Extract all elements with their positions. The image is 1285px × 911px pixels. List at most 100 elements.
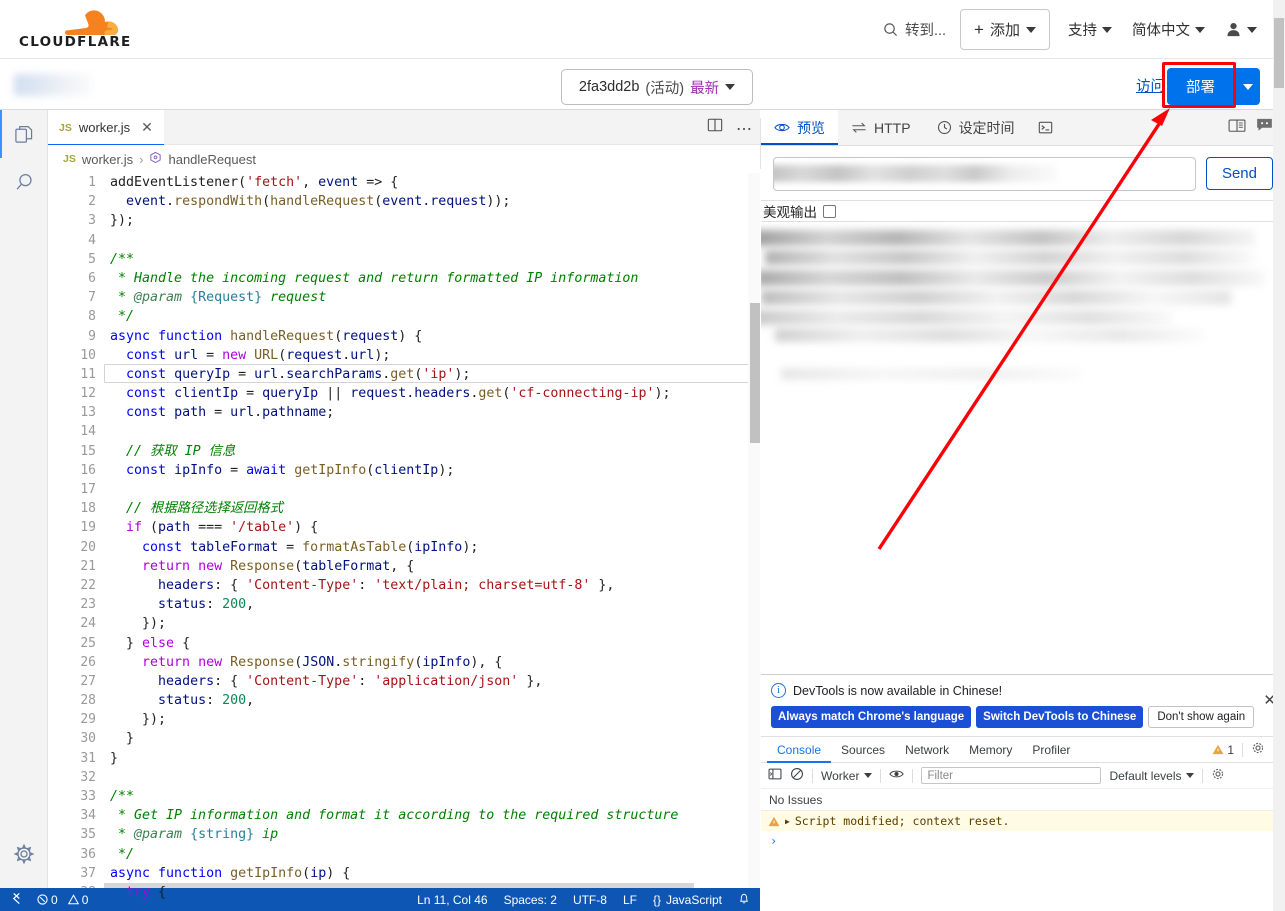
pretty-output-checkbox[interactable] (823, 204, 836, 218)
remote-indicator[interactable] (10, 892, 23, 908)
tab-http[interactable]: HTTP (838, 110, 924, 145)
code-line[interactable]: 7 * @param {Request} request (48, 288, 760, 307)
docs-button[interactable] (1228, 118, 1246, 138)
tab-http-label: HTTP (874, 119, 911, 136)
code-line[interactable]: 20 const tableFormat = formatAsTable(ipI… (48, 538, 760, 557)
execution-context-selector[interactable]: Worker (821, 769, 873, 783)
log-levels-selector[interactable]: Default levels (1109, 769, 1194, 783)
search-button[interactable] (0, 158, 48, 206)
code-line[interactable]: 23 status: 200, (48, 595, 760, 614)
code-line[interactable]: 4 (48, 231, 760, 250)
window-scrollbar-thumb[interactable] (1274, 18, 1284, 88)
line-number: 18 (80, 501, 96, 517)
console-prompt[interactable]: › (761, 834, 1285, 848)
console-message-row[interactable]: ▶ Script modified; context reset. (761, 811, 1285, 831)
code-line[interactable]: 17 (48, 480, 760, 499)
code-line[interactable]: 6 * Handle the incoming request and retu… (48, 269, 760, 288)
code-line[interactable]: 14 (48, 422, 760, 441)
code-line[interactable]: 5 /** (48, 250, 760, 269)
add-button[interactable]: + 添加 (960, 9, 1050, 50)
code-line[interactable]: 26 return new Response(JSON.stringify(ip… (48, 653, 760, 672)
code-line[interactable]: 31} (48, 749, 760, 768)
code-line[interactable]: 30 } (48, 729, 760, 748)
window-scrollbar[interactable] (1273, 0, 1285, 911)
devtools-tab-network[interactable]: Network (895, 737, 959, 763)
code-line[interactable]: 15 // 获取 IP 信息 (48, 442, 760, 461)
switch-devtools-language-button[interactable]: Switch DevTools to Chinese (976, 706, 1144, 728)
language-mode[interactable]: {} JavaScript (653, 893, 722, 907)
expand-arrow-icon[interactable]: ▶ (785, 817, 790, 826)
code-line[interactable]: 27 headers: { 'Content-Type': 'applicati… (48, 672, 760, 691)
code-line[interactable]: 32 (48, 768, 760, 787)
request-url-input[interactable] (773, 156, 1196, 191)
code-line[interactable]: 36 */ (48, 845, 760, 864)
tab-set-time[interactable]: 设定时间 (924, 110, 1028, 145)
code-line[interactable]: 2 event.respondWith(handleRequest(event.… (48, 192, 760, 211)
send-button[interactable]: Send (1205, 157, 1273, 190)
response-output[interactable] (761, 222, 1285, 674)
notifications-button[interactable] (738, 892, 750, 908)
split-editor-button[interactable] (707, 117, 723, 138)
code-line[interactable]: 34 * Get IP information and format it ac… (48, 806, 760, 825)
code-line[interactable]: 9 async function handleRequest(request) { (48, 327, 760, 346)
code-line[interactable]: 35 * @param {string} ip (48, 825, 760, 844)
code-line[interactable]: 18 // 根据路径选择返回格式 (48, 499, 760, 518)
code-line[interactable]: 21 return new Response(tableFormat, { (48, 557, 760, 576)
code-line[interactable]: 12 const clientIp = queryIp || request.h… (48, 384, 760, 403)
devtools-tab-profiler[interactable]: Profiler (1022, 737, 1080, 763)
issues-summary[interactable]: No Issues (761, 789, 1285, 811)
code-line[interactable]: 8 */ (48, 307, 760, 326)
cloudflare-logo[interactable]: CLOUDFLARE (18, 8, 138, 52)
tab-preview[interactable]: 预览 (761, 110, 838, 145)
code-line[interactable]: 29 }); (48, 710, 760, 729)
community-chat-button[interactable] (1256, 117, 1273, 138)
live-expression-button[interactable] (889, 768, 905, 783)
deploy-dropdown-button[interactable] (1234, 68, 1260, 105)
code-line[interactable]: 10 const url = new URL(request.url); (48, 346, 760, 365)
close-icon[interactable]: ✕ (141, 119, 153, 136)
eol-sequence[interactable]: LF (623, 893, 637, 907)
editor-tab-worker-js[interactable]: JS worker.js ✕ (48, 110, 164, 145)
code-line[interactable]: 16 const ipInfo = await getIpInfo(client… (48, 461, 760, 480)
language-menu[interactable]: 简体中文 (1122, 13, 1215, 46)
code-line[interactable]: 1 addEventListener('fetch', event => { (48, 173, 760, 192)
deploy-button[interactable]: 部署 (1167, 68, 1234, 105)
account-menu[interactable] (1215, 15, 1267, 44)
console-settings-button[interactable] (1211, 767, 1225, 784)
clear-console-button[interactable] (790, 767, 804, 784)
code-line[interactable]: 25 } else { (48, 634, 760, 653)
global-search[interactable]: 转到... (873, 13, 960, 46)
encoding[interactable]: UTF-8 (573, 893, 607, 907)
problems-indicator[interactable]: 0 0 (37, 893, 88, 907)
code-line[interactable]: 33 /** (48, 787, 760, 806)
settings-button[interactable] (0, 830, 48, 878)
console-sidebar-toggle[interactable] (768, 767, 782, 784)
code-line[interactable]: 13 const path = url.pathname; (48, 403, 760, 422)
code-line[interactable]: 22 headers: { 'Content-Type': 'text/plai… (48, 576, 760, 595)
devtools-settings-button[interactable] (1251, 741, 1265, 758)
code-line[interactable]: 3}); (48, 211, 760, 230)
devtools-tab-console[interactable]: Console (767, 737, 831, 763)
console-filter-input[interactable]: Filter (921, 767, 1102, 784)
tab-terminal[interactable] (1028, 110, 1063, 145)
breadcrumb-symbol[interactable]: handleRequest (168, 152, 255, 167)
indentation[interactable]: Spaces: 2 (504, 893, 557, 907)
devtools-tab-memory[interactable]: Memory (959, 737, 1022, 763)
explorer-button[interactable] (0, 110, 48, 158)
breadcrumb-file[interactable]: worker.js (82, 152, 133, 167)
code-line[interactable]: 11 const queryIp = url.searchParams.get(… (48, 363, 760, 384)
code-line[interactable]: 37 async function getIpInfo(ip) { (48, 864, 760, 883)
devtools-warning-indicator[interactable]: 1 (1212, 743, 1234, 757)
devtools-tab-sources[interactable]: Sources (831, 737, 895, 763)
code-line[interactable]: 24 }); (48, 614, 760, 633)
more-actions-button[interactable] (736, 119, 752, 137)
editor-scrollbar-thumb[interactable] (750, 303, 760, 443)
dont-show-again-button[interactable]: Don't show again (1148, 706, 1255, 728)
version-selector[interactable]: 2fa3dd2b (活动) 最新 (561, 69, 753, 105)
always-match-language-button[interactable]: Always match Chrome's language (771, 706, 972, 728)
code-line[interactable]: 19 if (path === '/table') { (48, 518, 760, 537)
cursor-position[interactable]: Ln 11, Col 46 (417, 893, 488, 907)
code-line[interactable]: 28 status: 200, (48, 691, 760, 710)
support-menu[interactable]: 支持 (1058, 13, 1122, 46)
code-content[interactable]: 1 addEventListener('fetch', event => {2 e… (48, 173, 760, 911)
